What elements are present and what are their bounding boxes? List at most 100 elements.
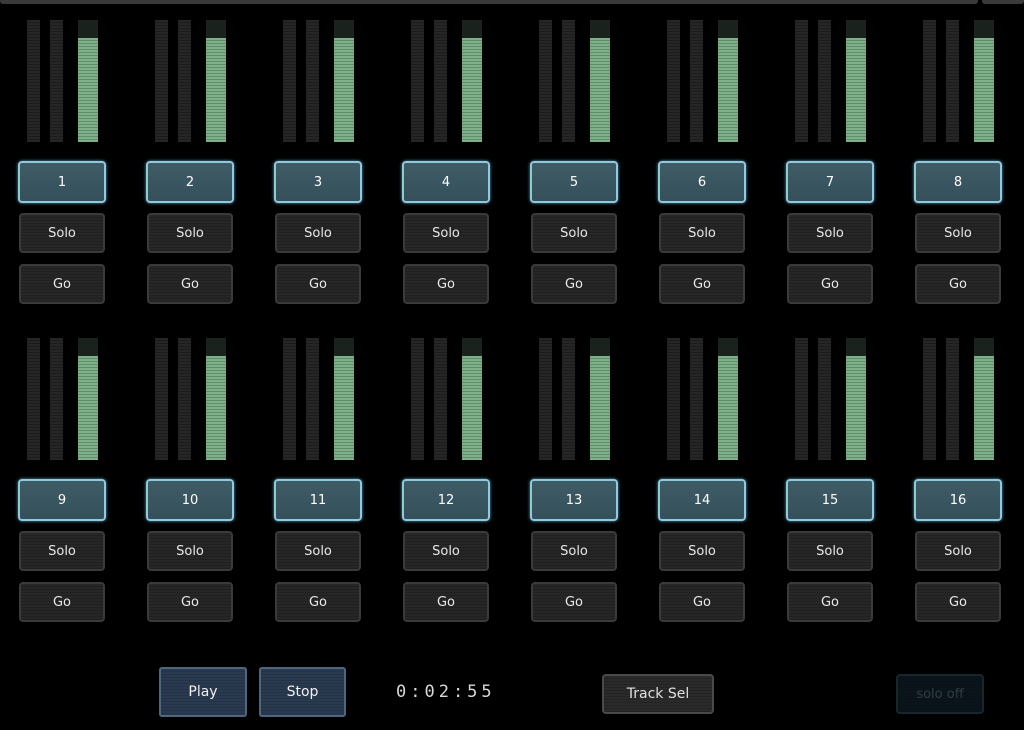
channel-strip: 6 Solo Go [658,20,749,308]
track-number-button[interactable]: 11 [274,479,362,521]
channel-meters [147,338,237,460]
solo-button[interactable]: Solo [659,531,745,571]
track-number-button[interactable]: 5 [530,161,618,203]
solo-button[interactable]: Solo [19,531,105,571]
track-number-button[interactable]: 9 [18,479,106,521]
time-readout: 0:02:55 [396,682,496,702]
track-number-button[interactable]: 10 [146,479,234,521]
go-button[interactable]: Go [787,582,873,622]
go-button[interactable]: Go [531,582,617,622]
channel-meters [403,338,493,460]
meter-left [795,338,808,460]
channel-meters [275,20,365,142]
level-meter [846,338,866,460]
solo-button[interactable]: Solo [275,531,361,571]
solo-button[interactable]: Solo [659,213,745,253]
go-button[interactable]: Go [19,582,105,622]
meter-left [923,20,936,142]
channel-strip: 3 Solo Go [274,20,365,308]
solo-button[interactable]: Solo [915,531,1001,571]
go-button[interactable]: Go [659,582,745,622]
channel-strip: 7 Solo Go [786,20,877,308]
level-meter [78,338,98,460]
meter-right [562,20,575,142]
go-button[interactable]: Go [531,264,617,304]
track-number-button[interactable]: 3 [274,161,362,203]
track-number-button[interactable]: 16 [914,479,1002,521]
level-meter-fill [846,356,866,460]
solo-button[interactable]: Solo [403,213,489,253]
meter-right [50,20,63,142]
meter-right [818,20,831,142]
level-meter-fill [590,38,610,142]
track-number-button[interactable]: 1 [18,161,106,203]
go-button[interactable]: Go [403,264,489,304]
stop-button[interactable]: Stop [259,667,346,717]
channel-meters [659,20,749,142]
level-meter [590,20,610,142]
level-meter-fill [974,356,994,460]
solo-button[interactable]: Solo [147,213,233,253]
go-button[interactable]: Go [787,264,873,304]
track-number-button[interactable]: 2 [146,161,234,203]
channel-meters [403,20,493,142]
top-scrollbar-end[interactable] [982,0,1024,4]
meter-right [434,20,447,142]
track-number-button[interactable]: 4 [402,161,490,203]
level-meter-fill [334,356,354,460]
channel-strip: 12 Solo Go [402,338,493,626]
level-meter [846,20,866,142]
meter-left [667,20,680,142]
track-number-button[interactable]: 8 [914,161,1002,203]
track-number-button[interactable]: 12 [402,479,490,521]
level-meter [974,338,994,460]
meter-right [818,338,831,460]
level-meter-fill [462,38,482,142]
track-number-button[interactable]: 6 [658,161,746,203]
level-meter-fill [718,356,738,460]
go-button[interactable]: Go [275,582,361,622]
top-scrollbar[interactable] [0,0,978,4]
track-number-button[interactable]: 15 [786,479,874,521]
channel-meters [915,338,1005,460]
solo-button[interactable]: Solo [787,213,873,253]
solo-button[interactable]: Solo [147,531,233,571]
solo-button[interactable]: Solo [19,213,105,253]
solo-off-button[interactable]: solo off [896,674,984,714]
level-meter [334,20,354,142]
solo-button[interactable]: Solo [915,213,1001,253]
go-button[interactable]: Go [147,264,233,304]
play-button[interactable]: Play [159,667,247,717]
meter-right [178,20,191,142]
track-number-button[interactable]: 14 [658,479,746,521]
track-sel-button[interactable]: Track Sel [602,674,714,714]
channel-strip: 5 Solo Go [530,20,621,308]
go-button[interactable]: Go [659,264,745,304]
go-button[interactable]: Go [915,264,1001,304]
level-meter [206,20,226,142]
channel-meters [147,20,237,142]
meter-right [434,338,447,460]
level-meter-fill [974,38,994,142]
level-meter [590,338,610,460]
solo-button[interactable]: Solo [275,213,361,253]
meter-right [690,338,703,460]
solo-button[interactable]: Solo [531,213,617,253]
solo-button[interactable]: Solo [787,531,873,571]
go-button[interactable]: Go [147,582,233,622]
solo-button[interactable]: Solo [403,531,489,571]
go-button[interactable]: Go [403,582,489,622]
go-button[interactable]: Go [915,582,1001,622]
channel-meters [19,338,109,460]
meter-left [539,338,552,460]
solo-button[interactable]: Solo [531,531,617,571]
meter-right [562,338,575,460]
track-number-button[interactable]: 13 [530,479,618,521]
track-number-button[interactable]: 7 [786,161,874,203]
channel-strip: 8 Solo Go [914,20,1005,308]
level-meter [462,338,482,460]
meter-right [946,20,959,142]
go-button[interactable]: Go [19,264,105,304]
meter-left [155,338,168,460]
go-button[interactable]: Go [275,264,361,304]
